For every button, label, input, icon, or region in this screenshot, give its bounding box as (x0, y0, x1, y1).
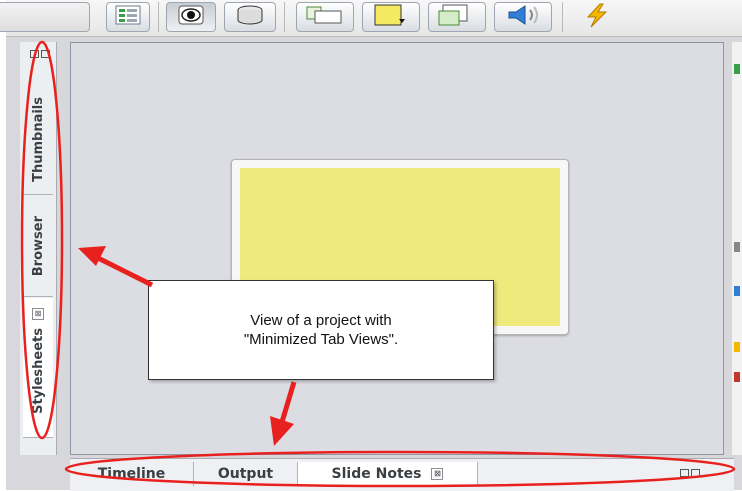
preview-button[interactable] (166, 2, 216, 32)
lightning-icon (582, 2, 612, 32)
restore-panel-icon[interactable] (30, 50, 50, 58)
left-minimized-tab-strip: Thumbnails Browser ⊠ Stylesheets (20, 42, 57, 455)
callout-line-2: "Minimized Tab Views". (243, 331, 399, 348)
blue-icon (734, 286, 740, 296)
restore-panel-icon[interactable] (680, 469, 700, 477)
right-panel-edge (732, 42, 742, 455)
tab-slide-notes[interactable]: Slide Notes ⊠ (298, 462, 478, 486)
highlight-box-button[interactable] (362, 2, 420, 32)
image-slide-button[interactable] (428, 2, 486, 32)
image-slide-icon (437, 3, 477, 31)
tab-label: Browser (30, 215, 46, 277)
toolbar-separator (284, 2, 285, 32)
tab-label: Thumbnails (30, 96, 46, 182)
audio-button[interactable] (494, 2, 552, 32)
red-icon (734, 372, 740, 382)
tab-output[interactable]: Output (194, 462, 298, 486)
close-icon[interactable]: ⊠ (32, 308, 44, 320)
toolbar-tab-edge (0, 2, 90, 32)
text-caption-icon (305, 4, 345, 30)
gray-icon (734, 242, 740, 252)
tab-browser[interactable]: Browser (23, 196, 53, 297)
close-icon[interactable]: ⊠ (431, 468, 444, 480)
tab-label: Timeline (97, 466, 166, 482)
record-cylinder-icon (235, 4, 265, 30)
toolbar-separator (562, 2, 563, 32)
preview-eye-icon (177, 4, 205, 30)
text-caption-button[interactable] (296, 2, 354, 32)
tab-stylesheets[interactable]: ⊠ Stylesheets (23, 298, 53, 438)
green-icon (734, 64, 740, 74)
bottom-minimized-tab-bar: Timeline Output Slide Notes ⊠ (70, 458, 734, 491)
annotation-callout: View of a project with "Minimized Tab Vi… (148, 280, 494, 380)
highlight-box-icon (371, 3, 411, 31)
audio-speaker-icon (503, 3, 543, 31)
yellow-icon (734, 342, 740, 352)
tab-timeline[interactable]: Timeline (70, 462, 194, 486)
properties-panel-button[interactable] (106, 2, 150, 32)
tab-label: Slide Notes (331, 466, 422, 482)
slide-canvas[interactable] (70, 42, 724, 455)
tab-thumbnails[interactable]: Thumbnails (23, 84, 53, 195)
record-button[interactable] (224, 2, 276, 32)
tab-label: Stylesheets (30, 328, 46, 414)
callout-line-1: View of a project with (250, 312, 392, 329)
effects-button[interactable] (572, 2, 622, 32)
main-toolbar (0, 0, 742, 37)
toolbar-separator (158, 2, 159, 32)
tab-label: Output (217, 466, 274, 482)
properties-panel-icon (115, 5, 141, 29)
